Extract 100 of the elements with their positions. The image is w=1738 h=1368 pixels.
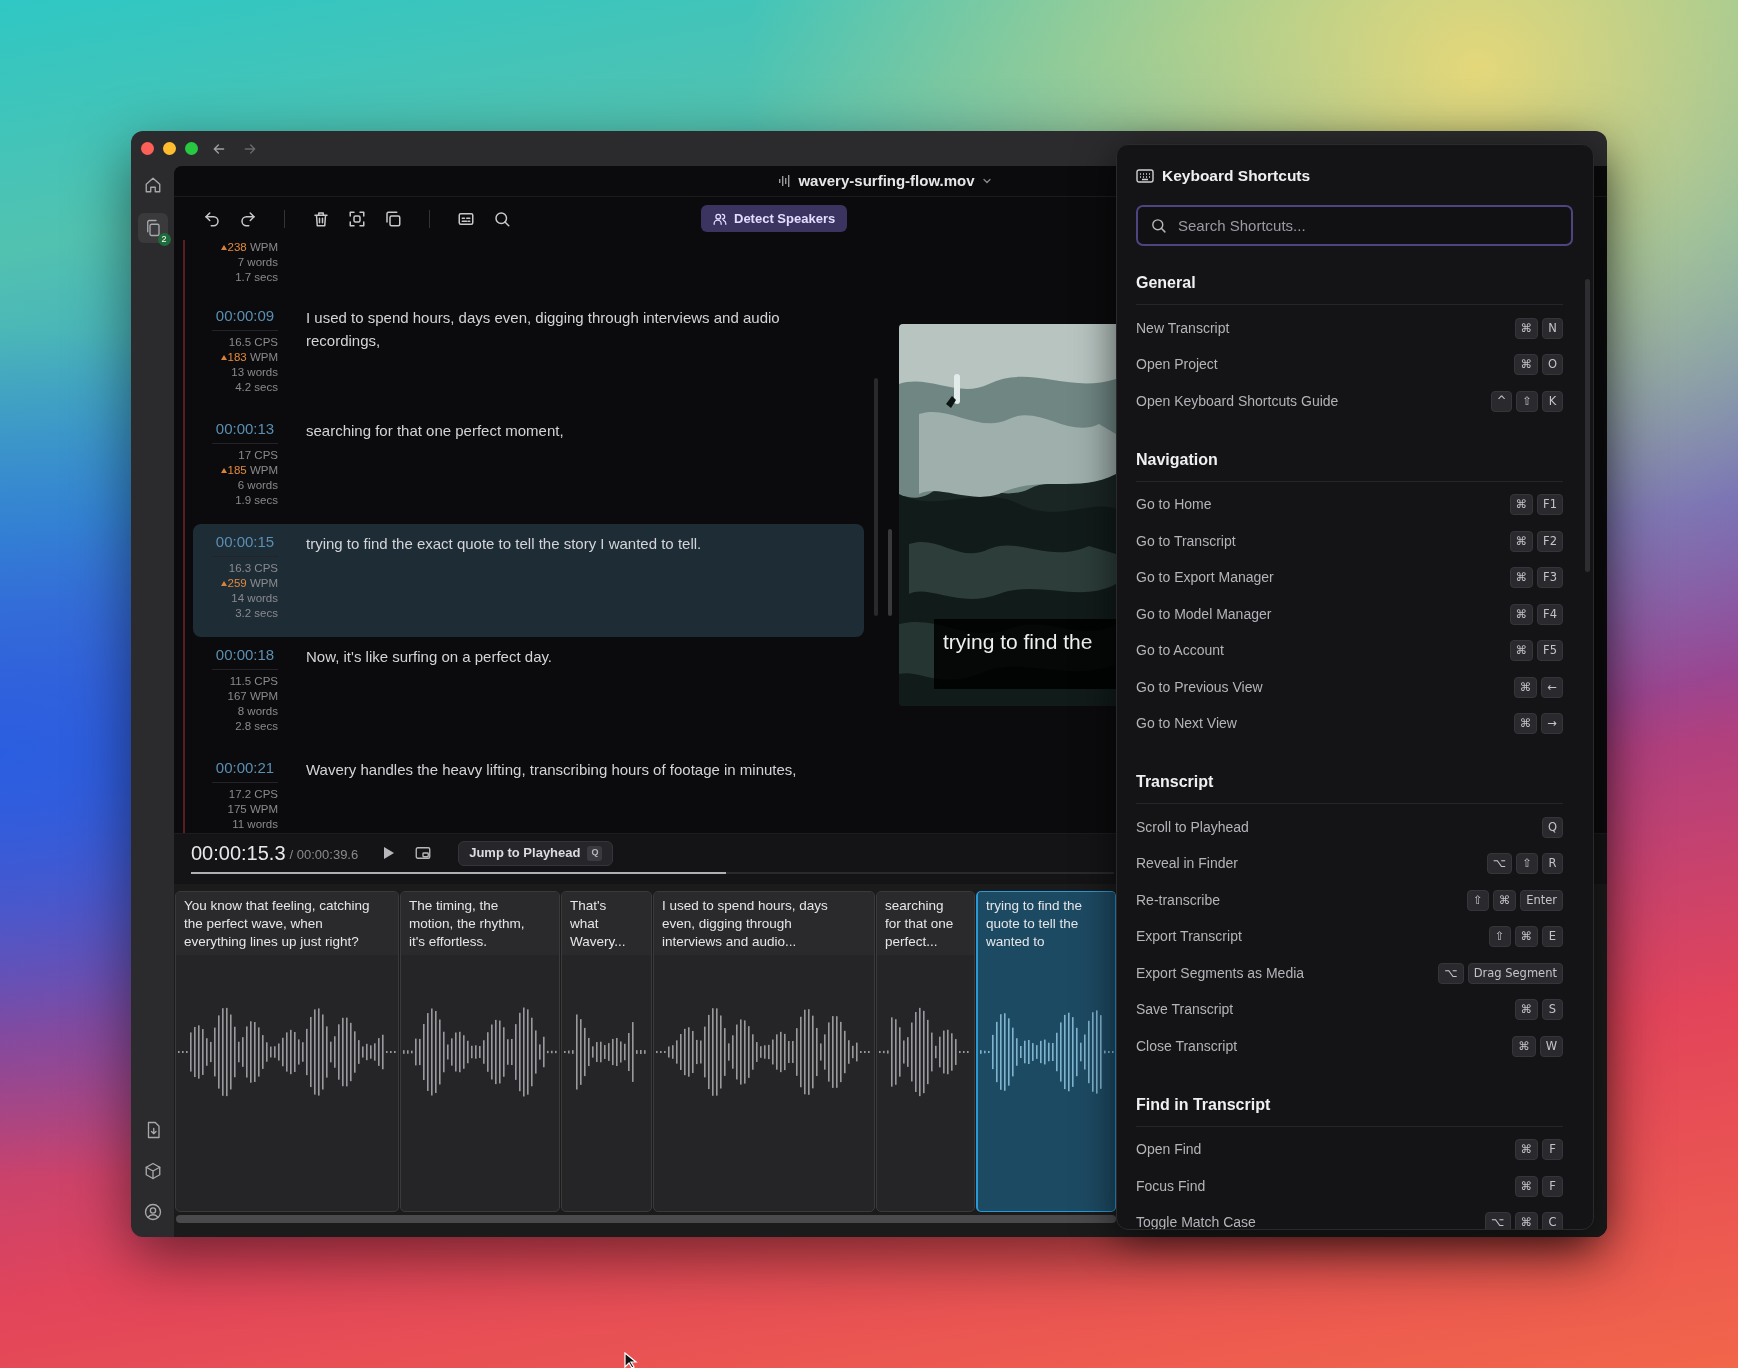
- key-cap: ⌘: [1509, 640, 1534, 662]
- key-cap: ⌘: [1509, 603, 1534, 625]
- key-cap: W: [1539, 1035, 1563, 1057]
- segment-text[interactable]: Wavery handles the heavy lifting, transcribing hours of footage in minutes,: [306, 758, 826, 781]
- transcript-segment[interactable]: 238 WPM 7 words 1.7 secs: [193, 240, 864, 298]
- timestamp[interactable]: 00:00:18: [212, 645, 278, 665]
- segment-stat: 8 words: [237, 704, 278, 718]
- segment-stat: 16.3 CPS: [228, 561, 278, 576]
- key-cap: Q: [587, 845, 603, 861]
- file-title[interactable]: wavery-surfing-flow.mov: [798, 169, 975, 193]
- clip-text: I used to spend hours, days even, digging through interviews and audio...: [662, 897, 829, 951]
- search-field[interactable]: Search Shortcuts...: [1136, 205, 1573, 246]
- timeline-clip[interactable]: I used to spend hours, days even, digging through interviews and audio...: [653, 891, 875, 1212]
- segment-text[interactable]: I used to spend hours, days even, digging through interviews and audio recordings,: [306, 306, 826, 352]
- key-cap: ⇧: [1516, 390, 1538, 412]
- transcript-segment[interactable]: 00:00:09 16.5 CPS 183 WPM 13 words 4.2 secs I used to spend hours, days even, digging through interviews and audio recordings,: [193, 298, 864, 411]
- key-cap: ⌘: [1513, 676, 1538, 698]
- minimize-window-button[interactable]: [163, 142, 176, 155]
- key-cap: N: [1542, 317, 1563, 339]
- key-cap: ^: [1490, 390, 1513, 412]
- section-heading: General: [1136, 273, 1197, 293]
- search-icon[interactable]: [493, 209, 511, 228]
- keyboard-icon: [1136, 169, 1154, 183]
- section-heading: Transcript: [1136, 772, 1215, 792]
- count-badge: 2: [157, 233, 171, 246]
- warning-triangle-icon: [220, 244, 227, 250]
- shortcut-label: Go to Home: [1136, 495, 1212, 515]
- horizontal-scroll-bar[interactable]: [176, 1215, 1116, 1223]
- transcript-segment[interactable]: 00:00:18 11.5 CPS 167 WPM 8 words 2.8 secs Now, it's like surfing on a perfect day.: [193, 637, 864, 750]
- key-cap: O: [1541, 354, 1563, 376]
- transcript-segment[interactable]: 00:00:21 17.2 CPS 175 WPM 11 words Wavery handles the heavy lifting, transcribing hours of footage in minutes,: [193, 750, 864, 833]
- segment-stat: 13 words: [231, 365, 278, 379]
- focus-frame-icon[interactable]: [348, 209, 366, 228]
- key-cap: ←: [1541, 676, 1563, 698]
- undo-icon[interactable]: [203, 209, 221, 228]
- timestamp[interactable]: 00:00:09: [212, 306, 278, 326]
- key-cap: ⌘: [1514, 999, 1538, 1021]
- key-cap: F: [1542, 1139, 1563, 1161]
- zoom-window-button[interactable]: [185, 142, 198, 155]
- key-cap: ⌘: [1514, 1139, 1538, 1161]
- mouse-pointer-icon: [624, 1352, 638, 1368]
- sidebar-item[interactable]: 2: [137, 213, 168, 243]
- cube-icon: [143, 1162, 162, 1180]
- user-circle-icon: [143, 1203, 162, 1221]
- segment-stat: 16.5 CPS: [228, 335, 278, 350]
- segment-stat: 11.5 CPS: [229, 674, 278, 689]
- scroll-bar[interactable]: [888, 529, 892, 616]
- transcript-segment[interactable]: 00:00:13 17 CPS 185 WPM 6 words 1.9 secs searching for that one perfect moment,: [193, 411, 864, 524]
- redo-icon[interactable]: [239, 209, 257, 228]
- shortcut-label: Go to Account: [1136, 641, 1224, 661]
- segment-stat: 3.2 secs: [235, 605, 278, 620]
- warning-triangle-icon: [220, 467, 227, 473]
- segment-stat: 175 WPM: [227, 802, 278, 817]
- key-cap: ⌘: [1509, 567, 1534, 589]
- segment-stat: 4.2 secs: [235, 379, 278, 394]
- home-icon: [143, 176, 162, 194]
- shortcut-label: Open Find: [1136, 1140, 1202, 1160]
- key-cap: ⌘: [1514, 317, 1538, 339]
- key-cap: Enter: [1520, 889, 1563, 911]
- segment-text[interactable]: Now, it's like surfing on a perfect day.: [306, 645, 826, 668]
- shortcut-label: Go to Model Manager: [1136, 604, 1272, 624]
- key-cap: ⌥: [1485, 1212, 1511, 1229]
- timeline-clip[interactable]: searching for that one perfect...: [876, 891, 975, 1212]
- detect-speakers-button[interactable]: Detect Speakers: [701, 205, 848, 232]
- key-cap: K: [1542, 390, 1563, 412]
- key-cap: ⌘: [1509, 494, 1534, 516]
- shortcut-label: Save Transcript: [1136, 1000, 1234, 1020]
- timestamp[interactable]: 00:00:13: [212, 419, 278, 439]
- timestamp[interactable]: 00:00:15: [212, 532, 278, 552]
- shortcut-label: Go to Transcript: [1136, 531, 1236, 551]
- scroll-bar[interactable]: [1585, 279, 1590, 572]
- shortcut-label: Open Keyboard Shortcuts Guide: [1136, 391, 1339, 411]
- segment-stat: 11 words: [232, 817, 278, 831]
- shortcut-label: Open Project: [1136, 355, 1218, 375]
- picture-in-picture-icon[interactable]: [414, 844, 433, 862]
- segment-stat: 183 WPM: [227, 350, 278, 365]
- copy-icon[interactable]: [384, 209, 402, 228]
- shortcut-label: Focus Find: [1136, 1176, 1206, 1196]
- transcript-segment[interactable]: 00:00:15 16.3 CPS 259 WPM 14 words 3.2 secs trying to find the exact quote to tell the story I wanted to tell.: [193, 524, 864, 637]
- clip-text: The timing, the motion, the rhythm, it's effortless.: [409, 897, 526, 951]
- shortcut-label: Go to Export Manager: [1136, 568, 1274, 588]
- key-cap: S: [1542, 999, 1563, 1021]
- segment-text[interactable]: searching for that one perfect moment,: [306, 419, 826, 442]
- timeline-clip[interactable]: The timing, the motion, the rhythm, it's effortless.: [400, 891, 560, 1212]
- key-cap: R: [1542, 853, 1563, 875]
- timeline-clip[interactable]: trying to find the quote to tell the wanted to: [976, 891, 1116, 1212]
- timeline-clip[interactable]: That's what Wavery...: [561, 891, 652, 1212]
- segment-stat: 17.2 CPS: [228, 787, 278, 802]
- segment-text[interactable]: trying to find the exact quote to tell the story I wanted to tell.: [306, 532, 826, 555]
- shortcut-label: Scroll to Playhead: [1136, 817, 1249, 837]
- shortcut-label: Re-transcribe: [1136, 890, 1221, 910]
- trash-icon[interactable]: [312, 209, 330, 228]
- scroll-bar[interactable]: [874, 378, 878, 616]
- timestamp[interactable]: 00:00:21: [212, 758, 278, 778]
- close-window-button[interactable]: [141, 142, 154, 155]
- shortcut-label: Go to Next View: [1136, 714, 1237, 734]
- key-cap: ⌘: [1514, 354, 1538, 376]
- timeline-clip[interactable]: You know that feeling, catching the perfect wave, when everything lines up just right?: [175, 891, 399, 1212]
- jump-to-playhead-button[interactable]: Jump to Playhead Q: [458, 840, 614, 866]
- key-cap: F: [1542, 1175, 1563, 1197]
